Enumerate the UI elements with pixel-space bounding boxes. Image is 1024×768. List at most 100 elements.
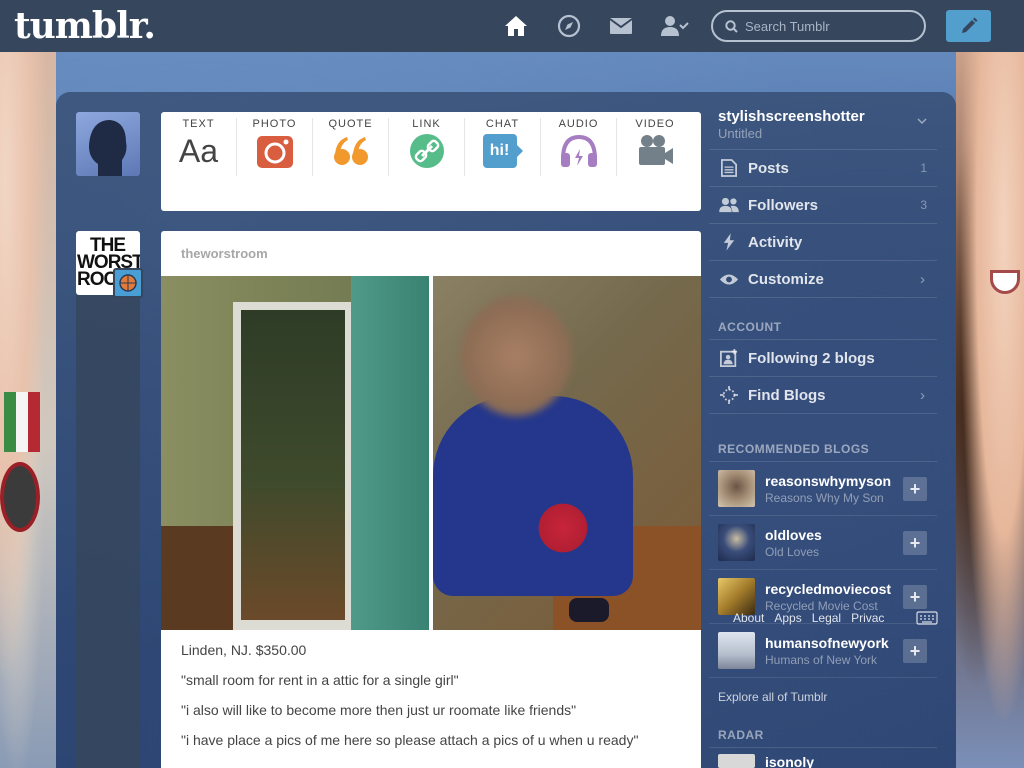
sidebar-item-count: 3 <box>920 198 927 212</box>
post-type-bar: TEXT Aa PHOTO QUOTE LINK CHAT hi! AUDIO <box>161 112 701 211</box>
blog-avatar <box>718 524 755 561</box>
blog-avatar <box>718 578 755 615</box>
search-box[interactable] <box>711 10 926 42</box>
video-camera-icon <box>635 133 675 169</box>
radar-section-label: RADAR <box>709 722 937 748</box>
blog-title: Reasons Why My Son <box>765 490 884 505</box>
post-photo-2[interactable] <box>433 276 701 630</box>
post-type-label: LINK <box>412 118 441 130</box>
home-icon[interactable] <box>504 14 528 38</box>
top-navigation-bar: tumblr. <box>0 0 1024 52</box>
account-section-label: ACCOUNT <box>709 314 937 340</box>
post-photo-1[interactable] <box>161 276 429 630</box>
user-avatar[interactable] <box>76 112 140 176</box>
sidebar-item-label: Following 2 blogs <box>748 349 875 367</box>
chevron-right-icon: › <box>920 270 925 288</box>
footer-link-privacy[interactable]: Privac <box>851 611 884 625</box>
post-type-quote[interactable]: QUOTE <box>313 118 389 176</box>
radar-avatar <box>718 754 755 768</box>
quote-icon <box>331 133 371 169</box>
followers-icon <box>718 194 740 216</box>
chevron-down-icon <box>917 118 927 125</box>
smile-shape <box>990 270 1020 294</box>
footer-link-apps[interactable]: Apps <box>774 611 801 625</box>
post-body: Linden, NJ. $350.00 "small room for rent… <box>181 641 681 761</box>
post-type-photo[interactable]: PHOTO <box>237 118 313 176</box>
blog-name: recycledmoviecost <box>765 580 892 597</box>
activity-icon <box>718 231 740 253</box>
recommended-section-label: RECOMMENDED BLOGS <box>709 436 937 462</box>
post-type-link[interactable]: LINK <box>389 118 465 176</box>
post-type-label: PHOTO <box>252 118 297 130</box>
eye-icon <box>718 268 740 290</box>
follow-plus-button[interactable]: + <box>903 477 927 501</box>
post-type-video[interactable]: VIDEO <box>617 118 693 176</box>
find-blogs-icon <box>718 384 740 406</box>
post-type-label: TEXT <box>182 118 215 130</box>
link-icon <box>407 133 447 169</box>
photo-shirt-print <box>533 496 593 560</box>
blog-title: Old Loves <box>765 544 820 559</box>
sidebar-item-label: Customize <box>748 270 824 288</box>
background-photo-right <box>956 52 1024 768</box>
footer-link-about[interactable]: About <box>733 611 764 625</box>
post-card: theworstroom Linden, NJ. $350.00 "small … <box>161 231 701 768</box>
post-author[interactable]: theworstroom <box>181 246 268 261</box>
blog-name: oldloves <box>765 526 822 543</box>
account-header[interactable]: stylishscreenshotter Untitled <box>709 102 937 150</box>
post-type-label: AUDIO <box>558 118 599 130</box>
pencil-icon <box>961 17 977 33</box>
keyboard-icon[interactable] <box>916 611 938 625</box>
sidebar-item-label: Posts <box>748 159 789 177</box>
follow-plus-button[interactable]: + <box>903 531 927 555</box>
recommended-blog-item[interactable]: oldloves Old Loves + <box>709 516 937 570</box>
blog-avatar <box>718 632 755 669</box>
headphones-icon <box>559 133 599 169</box>
right-sidebar: stylishscreenshotter Untitled Posts 1 Fo… <box>709 102 937 768</box>
sidebar-item-customize[interactable]: Customize › <box>709 261 937 298</box>
following-icon <box>718 347 740 369</box>
sidebar-item-find-blogs[interactable]: Find Blogs › <box>709 377 937 414</box>
post-text-line: "i have place a pics of me here so pleas… <box>181 732 639 748</box>
search-input[interactable] <box>745 18 915 34</box>
post-text-line: "i also will like to become more then ju… <box>181 702 577 718</box>
footer-link-legal[interactable]: Legal <box>812 611 841 625</box>
sidebar-item-followers[interactable]: Followers 3 <box>709 187 937 224</box>
post-type-chat[interactable]: CHAT hi! <box>465 118 541 176</box>
follow-plus-button[interactable]: + <box>903 639 927 663</box>
follow-plus-button[interactable]: + <box>903 585 927 609</box>
inbox-mail-icon[interactable] <box>609 14 633 38</box>
post-type-audio[interactable]: AUDIO <box>541 118 617 176</box>
sidebar-item-posts[interactable]: Posts 1 <box>709 150 937 187</box>
ribbon-shape <box>4 392 40 452</box>
post-type-label: QUOTE <box>328 118 373 130</box>
account-subtitle: Untitled <box>718 126 763 141</box>
post-type-label: CHAT <box>485 118 520 130</box>
sidebar-item-label: Activity <box>748 233 803 251</box>
post-type-label: VIDEO <box>635 118 675 130</box>
basketball-icon <box>113 268 143 298</box>
chat-icon: hi! <box>482 133 523 169</box>
explore-link[interactable]: Explore all of Tumblr <box>709 678 937 716</box>
posts-icon <box>718 157 740 179</box>
sidebar-item-count: 1 <box>920 161 927 175</box>
background-photo-left <box>0 52 56 768</box>
search-icon <box>725 19 738 33</box>
sidebar-item-label: Find Blogs <box>748 386 826 404</box>
tumblr-logo[interactable]: tumblr. <box>14 6 156 46</box>
compose-button[interactable] <box>946 10 991 42</box>
footer-links: About Apps Legal Privac <box>733 611 884 625</box>
blog-name: reasonswhymyson <box>765 472 892 489</box>
recommended-blog-item[interactable]: reasonswhymyson Reasons Why My Son + <box>709 462 937 516</box>
sidebar-item-activity[interactable]: Activity <box>709 224 937 261</box>
sidebar-item-following[interactable]: Following 2 blogs <box>709 340 937 377</box>
radar-item[interactable]: isonoly <box>709 748 937 768</box>
sidebar-item-label: Followers <box>748 196 819 214</box>
post-text-line: "small room for rent in a attic for a si… <box>181 672 459 688</box>
explore-compass-icon[interactable] <box>557 14 581 38</box>
photo-shoe <box>569 598 609 622</box>
photo-blurred-face <box>461 296 571 416</box>
post-type-text[interactable]: TEXT Aa <box>161 118 237 176</box>
account-user-icon[interactable] <box>661 14 689 38</box>
recommended-blog-item[interactable]: humansofnewyork Humans of New York + <box>709 624 937 678</box>
